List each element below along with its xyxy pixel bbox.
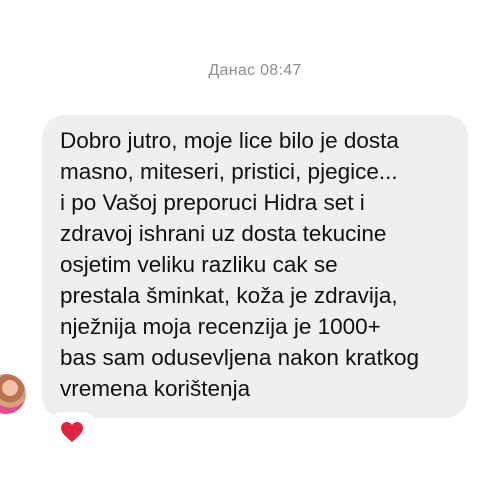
heart-icon (61, 422, 83, 442)
sender-avatar[interactable] (0, 374, 26, 414)
reaction-badge[interactable] (48, 414, 96, 444)
chat-screen: Данас 08:47 Dobro jutro, moje lice bilo … (0, 0, 500, 500)
message-timestamp: Данас 08:47 (208, 62, 302, 79)
message-bubble[interactable]: Dobro jutro, moje lice bilo je dosta mas… (42, 115, 468, 418)
message-text: Dobro jutro, moje lice bilo je dosta mas… (60, 128, 419, 401)
